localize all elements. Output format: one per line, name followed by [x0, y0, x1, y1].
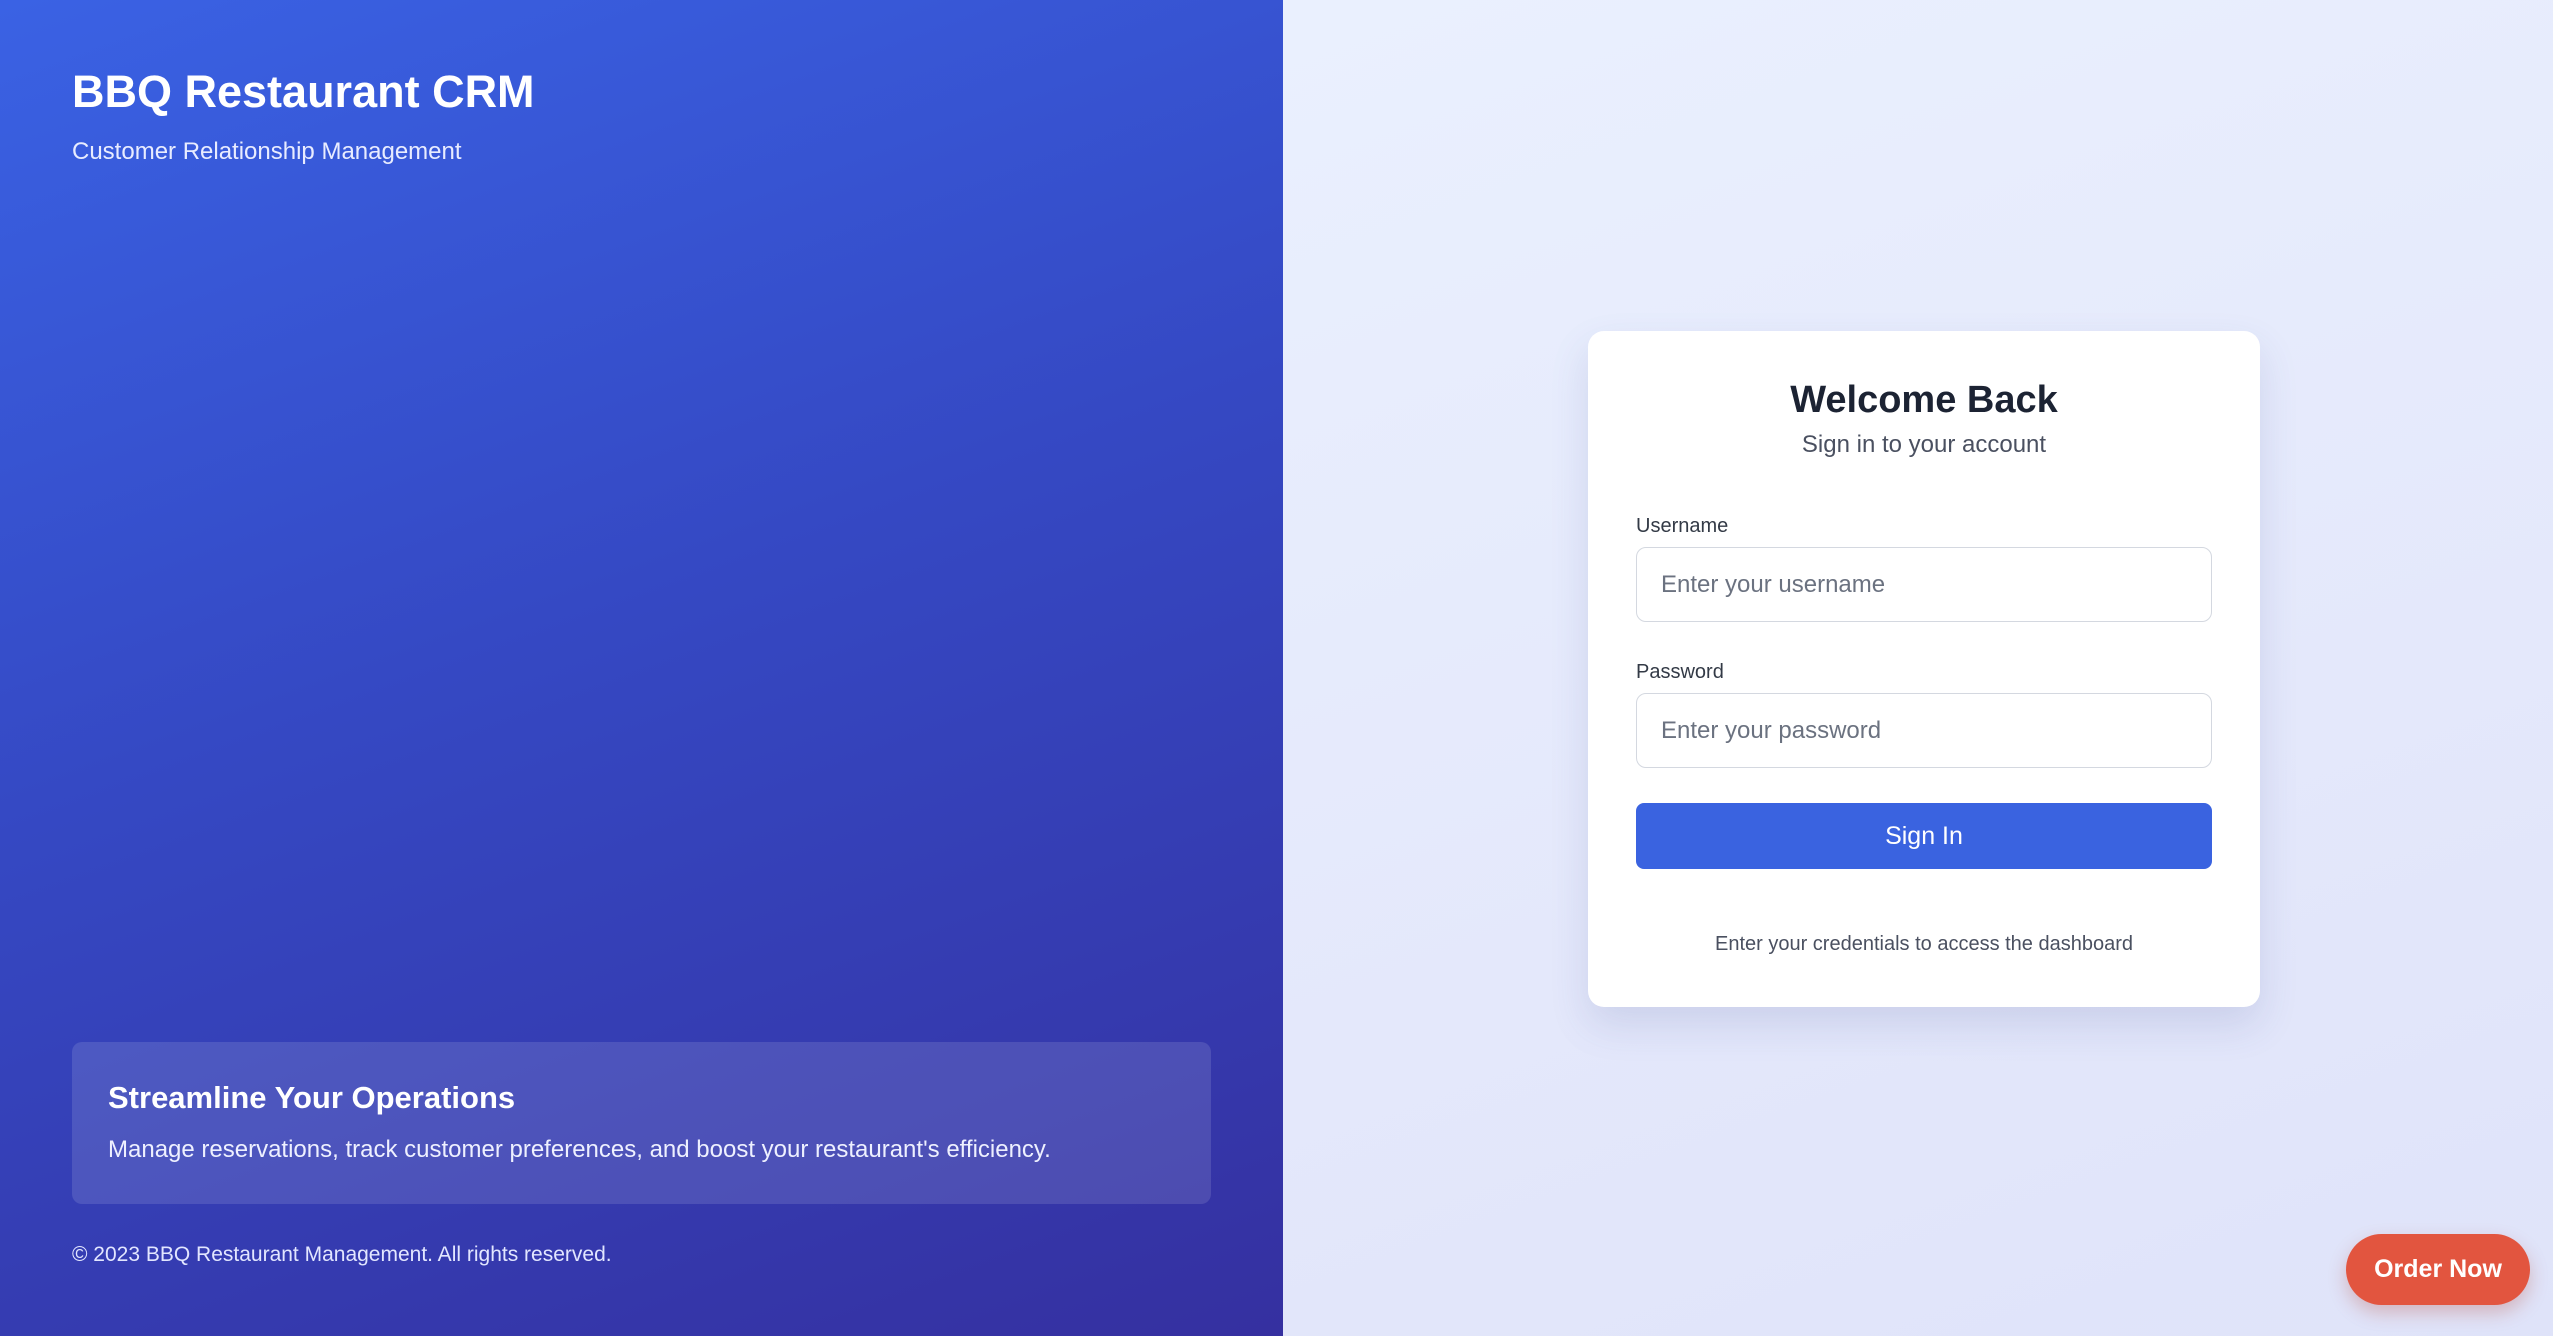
sign-in-button[interactable]: Sign In [1636, 803, 2212, 869]
copyright-text: © 2023 BBQ Restaurant Management. All ri… [72, 1243, 612, 1266]
credentials-hint: Enter your credentials to access the das… [1714, 933, 2134, 955]
password-input[interactable] [1636, 693, 2212, 768]
password-label: Password [1636, 661, 1724, 683]
brand-subtitle: Customer Relationship Management [72, 138, 462, 165]
login-panel: Welcome Back Sign in to your account Use… [1283, 0, 2553, 1336]
username-label: Username [1636, 515, 1729, 537]
brand-panel: BBQ Restaurant CRM Customer Relationship… [0, 0, 1283, 1336]
order-now-button[interactable]: Order Now [2346, 1234, 2530, 1305]
promo-heading: Streamline Your Operations [108, 1080, 516, 1115]
login-subtitle: Sign in to your account [1801, 431, 2047, 458]
login-card: Welcome Back Sign in to your account Use… [1588, 331, 2260, 1007]
promo-text: Manage reservations, track customer pref… [108, 1136, 1051, 1163]
promo-card: Streamline Your Operations Manage reserv… [72, 1042, 1211, 1204]
brand-title: BBQ Restaurant CRM [72, 66, 535, 117]
username-input[interactable] [1636, 547, 2212, 622]
login-title: Welcome Back [1790, 379, 2058, 421]
